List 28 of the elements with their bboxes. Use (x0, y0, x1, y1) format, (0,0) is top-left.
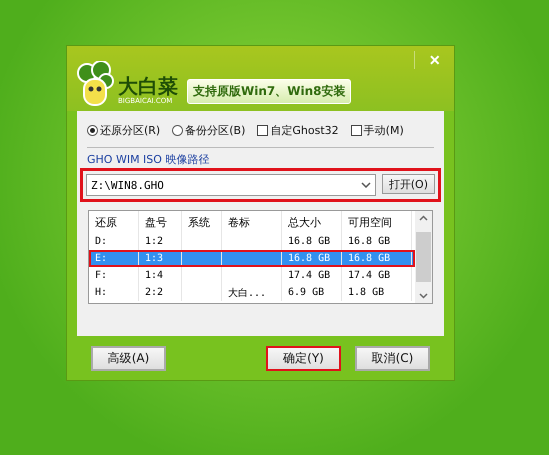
dialog-button[interactable]: 确定(Y) (266, 346, 341, 370)
open-button[interactable]: 打开(O) (382, 174, 435, 194)
partition-row[interactable]: H: 2:2 大白... 6.9 GB 1.8 GB (89, 284, 415, 301)
checkbox[interactable] (350, 124, 362, 136)
cabbage-mascot-icon (75, 61, 115, 107)
column-header: 卷标 (222, 211, 282, 233)
partition-row[interactable]: F: 1:4 17.4 GB 17.4 GB (89, 267, 415, 284)
scrollbar[interactable] (415, 211, 432, 303)
checkbox[interactable] (257, 124, 268, 136)
path-label: GHO WIM ISO 映像路径 (87, 152, 210, 168)
dialog-button[interactable]: 高级(A) (91, 346, 166, 370)
column-header: 还原 (89, 211, 139, 233)
column-header: 可用空间 (342, 211, 412, 233)
radio-button[interactable] (172, 124, 184, 136)
column-header: 总大小 (282, 211, 342, 233)
logo-text: 大白菜 (118, 75, 178, 97)
dialog-button[interactable]: 取消(C) (355, 346, 430, 370)
option-label: 还原分区(R) (100, 122, 160, 138)
column-header: 系统 (182, 211, 222, 233)
radio-button[interactable] (87, 124, 98, 136)
column-header: 盘号 (139, 211, 182, 233)
scroll-up-icon[interactable] (419, 215, 428, 221)
path-dropdown[interactable]: Z:\WIN8.GHO (86, 174, 376, 196)
option-label: 自定Ghost32 (270, 122, 339, 138)
scroll-down-icon[interactable] (419, 293, 428, 299)
option-label: 手动(M) (364, 122, 404, 138)
option-label: 备份分区(B) (185, 122, 246, 138)
slogan-badge: 支持原版Win7、Win8安装 (187, 79, 352, 104)
